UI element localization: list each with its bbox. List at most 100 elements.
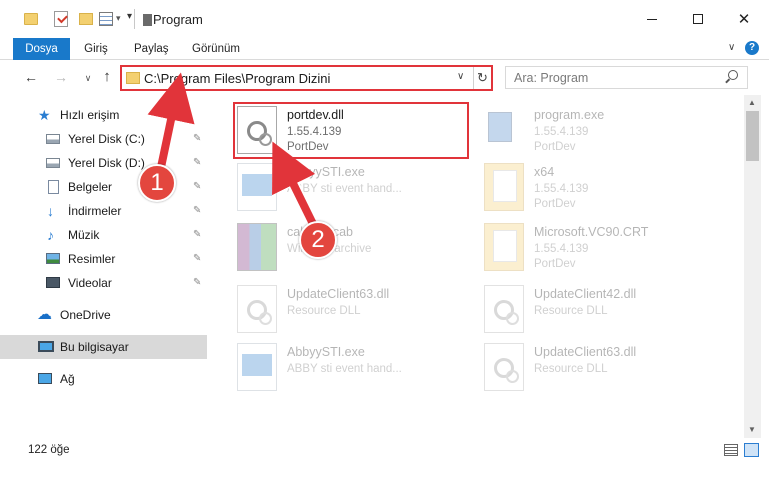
back-button[interactable]: ← bbox=[22, 68, 40, 86]
file-version: 1.55.4.139 bbox=[534, 243, 589, 255]
tab-giris[interactable]: Giriş bbox=[83, 38, 109, 60]
file-item[interactable]: UpdateClient42.dll Resource DLL bbox=[484, 283, 724, 339]
minimize-button[interactable] bbox=[629, 0, 675, 38]
archive-icon bbox=[237, 223, 277, 271]
file-item[interactable]: AbbyySTI.exe ABBY sti event hand... bbox=[237, 161, 477, 217]
close-button[interactable]: ✕ bbox=[721, 0, 767, 38]
tiles-view-icon[interactable] bbox=[744, 443, 759, 457]
search-input[interactable]: Ara: Program bbox=[505, 66, 748, 89]
sidebar-item-label: Yerel Disk (D:) bbox=[68, 156, 145, 170]
folder-icon bbox=[484, 163, 524, 211]
new-folder-icon[interactable] bbox=[79, 13, 93, 25]
properties-icon[interactable] bbox=[99, 12, 113, 26]
file-version: 1.55.4.139 bbox=[534, 183, 589, 195]
customize-quick-access-icon[interactable]: ▾ bbox=[127, 11, 132, 29]
chevron-down-icon[interactable]: ∨ bbox=[457, 71, 464, 82]
sidebar-item-label: OneDrive bbox=[60, 308, 111, 322]
refresh-button[interactable]: ↻ bbox=[473, 67, 491, 89]
status-bar: 122 öğe bbox=[0, 438, 769, 480]
music-icon: ♪ bbox=[47, 227, 54, 243]
window-folder-icon bbox=[143, 14, 152, 26]
address-bar[interactable]: C:\Program Files\Program Dizini ∨ ↻ bbox=[120, 65, 493, 91]
title-bar: ▾ ▾ Program ✕ bbox=[0, 0, 769, 38]
tab-dosya[interactable]: Dosya bbox=[13, 38, 70, 60]
scroll-up-icon[interactable]: ▲ bbox=[748, 98, 756, 107]
sidebar-item-videos[interactable]: Videolar ✎ bbox=[0, 271, 207, 295]
file-description: Resource DLL bbox=[534, 305, 608, 317]
tab-paylas[interactable]: Paylaş bbox=[134, 38, 169, 60]
sidebar-item-pictures[interactable]: Resimler ✎ bbox=[0, 247, 207, 271]
pin-icon[interactable]: ✎ bbox=[193, 253, 201, 264]
file-company: PortDev bbox=[534, 141, 576, 153]
properties-check-icon[interactable] bbox=[54, 11, 68, 27]
recent-locations-icon[interactable]: ∨ bbox=[79, 69, 97, 87]
file-item[interactable]: cabfiles.cab WinRAR archive bbox=[237, 221, 477, 277]
file-company: PortDev bbox=[534, 258, 576, 270]
file-name: AbbyySTI.exe bbox=[287, 165, 365, 179]
network-icon bbox=[38, 373, 52, 384]
sidebar-item-disk-d[interactable]: Yerel Disk (D:) ✎ bbox=[0, 151, 207, 175]
file-item[interactable]: Microsoft.VC90.CRT 1.55.4.139 PortDev bbox=[484, 221, 724, 277]
highlight-box bbox=[233, 102, 469, 159]
file-name: UpdateClient63.dll bbox=[287, 287, 390, 301]
sidebar-item-label: Müzik bbox=[68, 228, 100, 242]
chevron-down-icon[interactable]: ▾ bbox=[116, 13, 121, 31]
scroll-thumb[interactable] bbox=[746, 111, 759, 161]
maximize-button[interactable] bbox=[675, 0, 721, 38]
sidebar-item-downloads[interactable]: ↓ İndirmeler ✎ bbox=[0, 199, 207, 223]
file-item[interactable]: program.exe 1.55.4.139 PortDev bbox=[484, 104, 724, 160]
item-count: 122 öğe bbox=[28, 444, 70, 456]
navigation-bar: ← → ∨ ↑ C:\Program Files\Program Dizini … bbox=[0, 61, 769, 95]
star-icon: ★ bbox=[38, 107, 51, 123]
address-path[interactable]: C:\Program Files\Program Dizini bbox=[144, 71, 330, 86]
sidebar-item-documents[interactable]: Belgeler ✎ bbox=[0, 175, 207, 199]
pin-icon[interactable]: ✎ bbox=[193, 277, 201, 288]
file-name: Microsoft.VC90.CRT bbox=[534, 225, 649, 239]
details-view-icon[interactable] bbox=[724, 444, 738, 456]
file-item[interactable]: UpdateClient63.dll Resource DLL bbox=[484, 341, 724, 397]
file-item[interactable]: UpdateClient63.dll Resource DLL bbox=[237, 283, 477, 339]
pin-icon[interactable]: ✎ bbox=[193, 229, 201, 240]
file-version: 1.55.4.139 bbox=[534, 126, 589, 138]
sidebar-item-label: Ağ bbox=[60, 372, 75, 386]
tab-gorunum[interactable]: Görünüm bbox=[192, 38, 240, 60]
sidebar-item-network[interactable]: Ağ bbox=[0, 367, 207, 391]
pin-icon[interactable]: ✎ bbox=[193, 181, 201, 192]
file-name: UpdateClient42.dll bbox=[534, 287, 637, 301]
address-folder-icon bbox=[126, 72, 140, 84]
file-name: UpdateClient63.dll bbox=[534, 345, 637, 359]
dll-icon bbox=[237, 285, 277, 333]
sidebar-item-this-pc[interactable]: Bu bilgisayar bbox=[0, 335, 207, 359]
forward-button[interactable]: → bbox=[52, 68, 70, 86]
sidebar-item-disk-c[interactable]: Yerel Disk (C:) ✎ bbox=[0, 127, 207, 151]
folder-icon[interactable] bbox=[24, 13, 38, 25]
help-icon[interactable]: ? bbox=[745, 41, 759, 55]
file-description: ABBY sti event hand... bbox=[287, 183, 402, 195]
file-company: PortDev bbox=[534, 198, 576, 210]
maximize-icon bbox=[693, 14, 703, 24]
exe-icon bbox=[237, 163, 277, 211]
file-item[interactable]: AbbyySTI.exe ABBY sti event hand... bbox=[237, 341, 477, 397]
dll-icon bbox=[484, 285, 524, 333]
folder-icon bbox=[484, 223, 524, 271]
exe-icon bbox=[237, 343, 277, 391]
sidebar-item-quick-access[interactable]: ★ Hızlı erişim bbox=[0, 103, 207, 127]
file-description: ABBY sti event hand... bbox=[287, 363, 402, 375]
vertical-scrollbar[interactable]: ▲ ▼ bbox=[744, 95, 761, 438]
pin-icon[interactable]: ✎ bbox=[193, 205, 201, 216]
scroll-down-icon[interactable]: ▼ bbox=[748, 425, 756, 434]
file-item[interactable]: x64 1.55.4.139 PortDev bbox=[484, 161, 724, 217]
file-name: AbbyySTI.exe bbox=[287, 345, 365, 359]
up-button[interactable]: ↑ bbox=[98, 68, 116, 86]
navigation-pane: ★ Hızlı erişim Yerel Disk (C:) ✎ Yerel D… bbox=[0, 95, 210, 438]
search-placeholder: Ara: Program bbox=[514, 71, 589, 85]
sidebar-item-onedrive[interactable]: ☁ OneDrive bbox=[0, 303, 207, 327]
expand-ribbon-icon[interactable]: ∨ bbox=[728, 42, 735, 53]
dll-icon bbox=[484, 343, 524, 391]
disk-icon bbox=[46, 158, 60, 168]
pin-icon[interactable]: ✎ bbox=[193, 157, 201, 168]
search-icon bbox=[728, 70, 738, 80]
pin-icon[interactable]: ✎ bbox=[193, 133, 201, 144]
ribbon-tabs: Dosya Giriş Paylaş Görünüm ∨ ? bbox=[0, 38, 769, 60]
sidebar-item-music[interactable]: ♪ Müzik ✎ bbox=[0, 223, 207, 247]
